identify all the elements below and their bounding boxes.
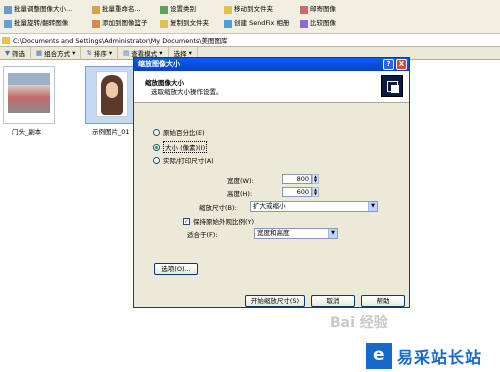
view-icon: ▤	[123, 49, 130, 57]
keep-ratio-checkbox[interactable]: ✓ 保持原始外观比例(Y)	[183, 216, 254, 226]
dialog-title: 缩放图像大小	[138, 60, 180, 68]
address-path: C:\Documents and Settings\Administrator\…	[13, 37, 228, 45]
chevron-down-icon: ▼	[328, 229, 337, 238]
thumbnail-storefront[interactable]	[3, 66, 55, 124]
resize-mode-select[interactable]: 扩大或缩小 ▼	[250, 201, 378, 212]
storefront-image	[8, 73, 50, 113]
group-icon: ▦	[36, 49, 43, 57]
chevron-down-icon: ▾	[72, 49, 76, 57]
radio-circle	[153, 128, 160, 136]
thumbnail-caption: 门头_副本	[12, 128, 42, 136]
compare-images-item[interactable]: 比较图像	[300, 18, 336, 29]
folder-icon	[2, 36, 10, 44]
portrait-image	[96, 71, 128, 117]
batch-rotate-item[interactable]: 批量旋转/翻转图像	[4, 18, 68, 29]
copy-icon	[160, 19, 168, 28]
option-percent-radio[interactable]: 原始百分比(E)	[153, 127, 205, 137]
create-album-item[interactable]: 创建 SendFix 相册	[224, 18, 289, 29]
resize-mode-label: 缩放尺寸(B):	[199, 204, 237, 212]
header-subtitle: 选取缩放大小操作设置。	[151, 88, 223, 96]
radio-circle	[153, 143, 160, 151]
move-to-folder-item[interactable]: 移动到文件夹	[224, 4, 273, 15]
sort-icon: ⇅	[86, 49, 92, 57]
chevron-down-icon: ▾	[188, 49, 192, 57]
option-print-radio[interactable]: 实际/打印尺寸(A)	[153, 155, 214, 165]
start-resize-button[interactable]: 开始缩放尺寸(S)	[245, 295, 305, 307]
cancel-button[interactable]: 取消	[311, 295, 355, 307]
thumbnail-portrait[interactable]	[85, 66, 137, 124]
basket-icon	[92, 19, 100, 28]
help-button[interactable]: 帮助	[361, 295, 405, 307]
fit-label: 适合于(F):	[187, 231, 218, 239]
height-spinner[interactable]: ▲ ▼	[312, 187, 319, 197]
dialog-header: 缩放图像大小 选取缩放大小操作设置。	[134, 71, 409, 103]
width-input[interactable]: 800	[282, 174, 312, 184]
folder-icon	[224, 5, 232, 14]
height-label: 高度(H):	[227, 190, 253, 198]
rotate-icon	[4, 19, 12, 28]
radio-circle	[153, 156, 160, 164]
checkmark-icon: ✓	[183, 217, 190, 225]
width-label: 宽度(W):	[227, 177, 254, 185]
compare-icon	[300, 19, 308, 28]
rename-icon	[92, 5, 100, 14]
group-by-button[interactable]: ▦ 组合方式 ▾	[31, 46, 82, 60]
height-input[interactable]: 600	[282, 187, 312, 197]
thumbnail-caption: 示例图片_01	[92, 128, 130, 136]
dialog-titlebar[interactable]: 缩放图像大小 ? X	[134, 58, 409, 71]
chevron-down-icon: ▾	[159, 49, 163, 57]
chevron-down-icon: ▾	[108, 49, 113, 57]
fit-select[interactable]: 宽度和高度 ▼	[254, 228, 338, 239]
resize-icon	[4, 5, 12, 14]
resize-icon	[381, 75, 403, 97]
sort-button[interactable]: ⇅ 排序 ▾	[81, 46, 119, 60]
logo-icon	[366, 343, 392, 369]
command-menu: 批量调整图像大小... 批量重命名... 设置类别 移动到文件夹 邮寄图像 批量…	[0, 0, 500, 34]
category-icon	[160, 5, 168, 14]
batch-rename-item[interactable]: 批量重命名...	[92, 4, 141, 15]
close-icon[interactable]: X	[396, 59, 407, 70]
copy-to-folder-item[interactable]: 复制到文件夹	[160, 18, 209, 29]
set-category-item[interactable]: 设置类别	[160, 4, 196, 15]
mail-icon	[300, 5, 308, 14]
width-spinner[interactable]: ▲ ▼	[312, 174, 319, 184]
help-icon[interactable]: ?	[383, 59, 394, 70]
watermark: Bai 经验	[330, 315, 388, 331]
batch-resize-item[interactable]: 批量调整图像大小...	[4, 4, 72, 15]
option-pixels-radio[interactable]: 大小 (像素)(I)	[153, 141, 208, 153]
resize-dialog: 缩放图像大小 ? X 缩放图像大小 选取缩放大小操作设置。 原始百分比(E) 大…	[133, 57, 410, 308]
options-button[interactable]: 选项(O)...	[154, 263, 198, 275]
add-to-basket-item[interactable]: 添加到图像篮子	[92, 18, 148, 29]
logo-text: 易采站长站	[397, 348, 483, 367]
filter-button[interactable]: ▼ 筛选	[0, 46, 31, 60]
site-logo: 易采站长站	[360, 340, 500, 372]
email-image-item[interactable]: 邮寄图像	[300, 4, 336, 15]
chevron-down-icon: ▼	[368, 202, 377, 211]
album-icon	[224, 19, 232, 28]
address-bar[interactable]: C:\Documents and Settings\Administrator\…	[0, 34, 500, 47]
filter-icon: ▼	[5, 49, 10, 57]
